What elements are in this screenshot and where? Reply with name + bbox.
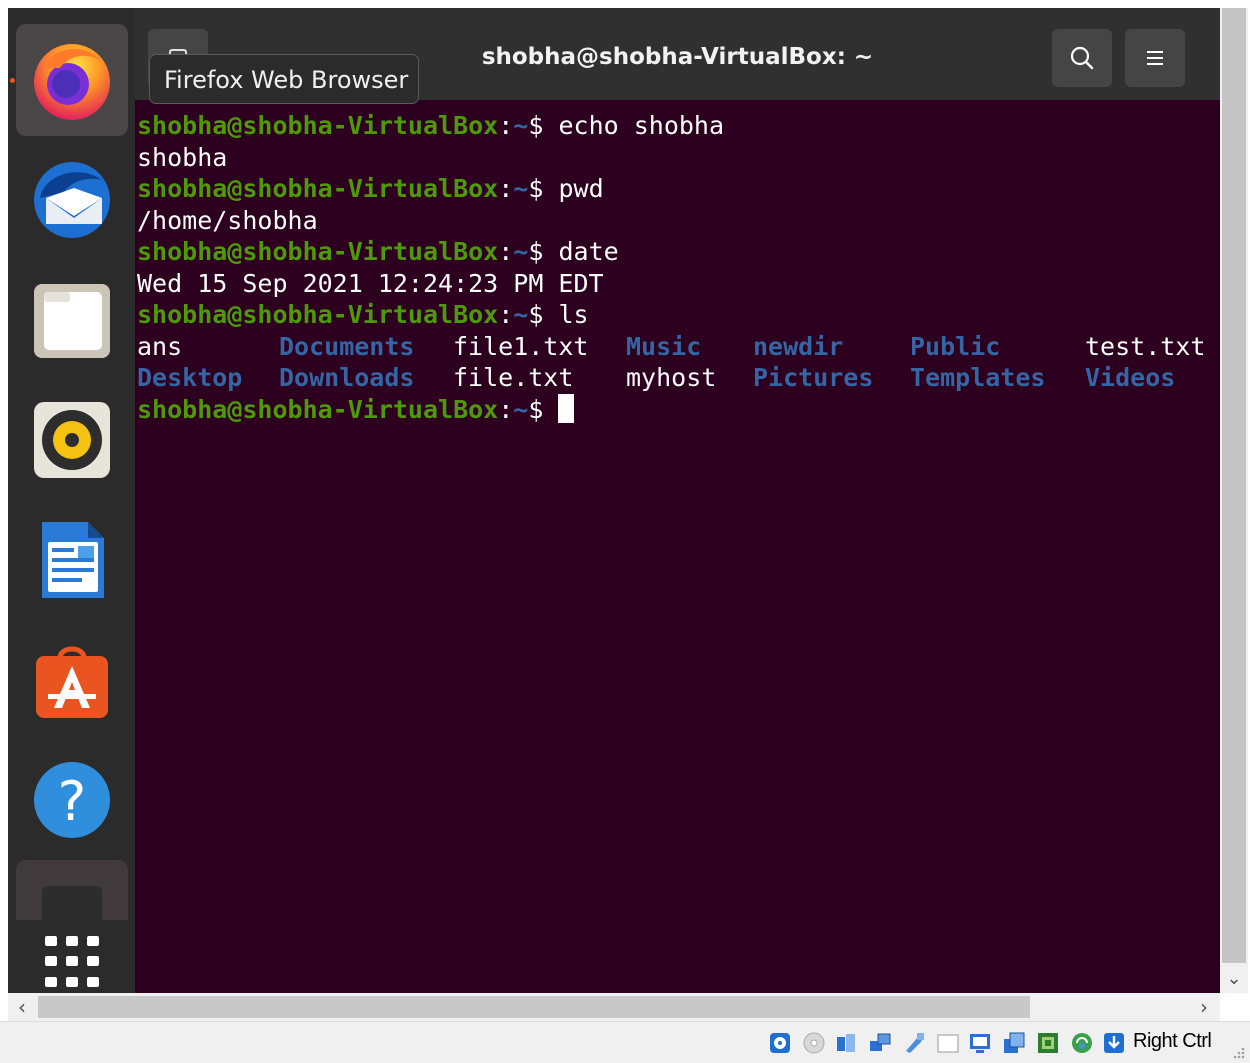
ls-directory: Videos bbox=[1085, 363, 1176, 392]
terminal-output[interactable]: shobha@shobha-VirtualBox:~$ echo shobha s… bbox=[137, 104, 1220, 993]
thunderbird-icon bbox=[34, 162, 110, 238]
terminal-cursor bbox=[558, 393, 575, 423]
search-button[interactable] bbox=[1052, 29, 1112, 87]
ls-directory: Pictures bbox=[753, 363, 874, 392]
mouse-integration-icon[interactable] bbox=[1070, 1031, 1094, 1055]
dock-item-rhythmbox[interactable] bbox=[16, 384, 128, 496]
ls-directory: newdir bbox=[753, 331, 844, 361]
terminal-output-line: shobha bbox=[137, 142, 228, 172]
dock-item-help[interactable]: ? bbox=[16, 744, 128, 856]
hard-disk-icon[interactable] bbox=[768, 1031, 792, 1055]
prompt-user: shobha@shobha-VirtualBox bbox=[137, 111, 499, 140]
search-icon bbox=[1070, 46, 1094, 70]
ls-directory: Desktop bbox=[137, 363, 243, 392]
prompt-path: ~ bbox=[513, 394, 529, 424]
prompt-separator: : bbox=[498, 174, 514, 203]
writer-icon bbox=[42, 522, 104, 598]
dock-item-thunderbird[interactable] bbox=[16, 144, 128, 256]
prompt-separator: : bbox=[498, 111, 514, 140]
hamburger-menu-icon bbox=[1147, 51, 1163, 65]
display-icon[interactable] bbox=[968, 1031, 992, 1055]
prompt-symbol: $ bbox=[528, 394, 559, 424]
dock-item-terminal[interactable] bbox=[16, 860, 128, 920]
terminal-prompt-line: shobha@shobha-VirtualBox:~$ echo shobha bbox=[137, 110, 724, 141]
host-key-label: Right Ctrl bbox=[1133, 1030, 1212, 1052]
prompt-separator: : bbox=[498, 394, 514, 424]
terminal-output-line: Wed 15 Sep 2021 12:24:23 PM EDT bbox=[137, 268, 604, 298]
prompt-symbol: $ bbox=[528, 237, 559, 266]
prompt-user: shobha@shobha-VirtualBox bbox=[137, 300, 499, 329]
horizontal-scrollbar-thumb[interactable] bbox=[38, 996, 1030, 1018]
vm-display[interactable]: ? shobha@shobha-VirtualBox: ~ Firefox We… bbox=[8, 8, 1220, 993]
ls-directory: Public bbox=[910, 331, 1001, 361]
ls-file: ans bbox=[137, 331, 183, 361]
scroll-right-arrow-icon[interactable]: › bbox=[1192, 995, 1216, 1019]
help-icon: ? bbox=[34, 762, 110, 838]
terminal-prompt-line: shobha@shobha-VirtualBox:~$ pwd bbox=[137, 173, 604, 204]
ls-file: file.txt bbox=[453, 363, 574, 392]
terminal-prompt-line: shobha@shobha-VirtualBox:~$ bbox=[137, 393, 575, 425]
ls-directory: Templates bbox=[910, 363, 1046, 392]
ls-directory: Downloads bbox=[279, 363, 415, 392]
dock-item-ubuntu-software[interactable] bbox=[16, 624, 128, 736]
ubuntu-dock: ? bbox=[8, 8, 135, 993]
prompt-separator: : bbox=[498, 237, 514, 266]
svg-text:?: ? bbox=[58, 770, 87, 833]
command-text: pwd bbox=[558, 174, 604, 203]
terminal-prompt-line: shobha@shobha-VirtualBox:~$ date bbox=[137, 236, 619, 267]
menu-button[interactable] bbox=[1125, 29, 1185, 87]
dock-item-firefox[interactable] bbox=[16, 24, 128, 136]
shared-folders-icon[interactable] bbox=[936, 1031, 960, 1055]
prompt-user: shobha@shobha-VirtualBox bbox=[137, 174, 499, 203]
ls-file: myhost bbox=[626, 363, 717, 392]
ls-file: test.txt bbox=[1085, 331, 1206, 361]
prompt-symbol: $ bbox=[528, 111, 559, 140]
prompt-user: shobha@shobha-VirtualBox bbox=[137, 394, 499, 424]
cpu-indicator-icon[interactable] bbox=[1036, 1031, 1060, 1055]
vertical-scrollbar-thumb[interactable] bbox=[1222, 8, 1246, 963]
apps-grid-icon[interactable] bbox=[45, 936, 99, 988]
prompt-user: shobha@shobha-VirtualBox bbox=[137, 237, 499, 266]
command-text: echo shobha bbox=[558, 111, 725, 140]
running-indicator bbox=[10, 78, 15, 83]
dock-item-libreoffice-writer[interactable] bbox=[16, 504, 128, 616]
ls-directory: Music bbox=[626, 331, 702, 361]
terminal-icon bbox=[42, 886, 102, 920]
prompt-path: ~ bbox=[513, 237, 529, 266]
prompt-symbol: $ bbox=[528, 174, 559, 203]
files-icon bbox=[34, 284, 110, 358]
dock-tooltip: Firefox Web Browser bbox=[149, 54, 419, 104]
usb-icon[interactable] bbox=[902, 1031, 926, 1055]
command-text: date bbox=[558, 237, 619, 266]
ls-file: file1.txt bbox=[453, 331, 589, 361]
dock-item-files[interactable] bbox=[16, 264, 128, 376]
firefox-icon bbox=[34, 44, 110, 120]
prompt-separator: : bbox=[498, 300, 514, 329]
keyboard-capture-icon[interactable] bbox=[1102, 1031, 1126, 1055]
resize-grip-icon[interactable] bbox=[1230, 1044, 1246, 1060]
prompt-path: ~ bbox=[513, 174, 529, 203]
scroll-left-arrow-icon[interactable]: ‹ bbox=[10, 995, 34, 1019]
ls-directory: Documents bbox=[279, 331, 415, 361]
network-icon[interactable] bbox=[868, 1031, 892, 1055]
prompt-path: ~ bbox=[513, 111, 529, 140]
command-text: ls bbox=[558, 300, 589, 329]
virtualbox-status-bar bbox=[0, 1021, 1250, 1063]
scroll-down-arrow-icon[interactable]: ⌄ bbox=[1222, 965, 1246, 993]
prompt-symbol: $ bbox=[528, 300, 559, 329]
video-capture-icon[interactable] bbox=[1002, 1031, 1026, 1055]
terminal-prompt-line: shobha@shobha-VirtualBox:~$ ls bbox=[137, 299, 589, 330]
software-store-icon bbox=[36, 646, 108, 718]
optical-drive-icon[interactable] bbox=[802, 1031, 826, 1055]
terminal-output-line: /home/shobha bbox=[137, 205, 318, 235]
rhythmbox-icon bbox=[34, 402, 110, 478]
audio-icon[interactable] bbox=[834, 1031, 858, 1055]
prompt-path: ~ bbox=[513, 300, 529, 329]
